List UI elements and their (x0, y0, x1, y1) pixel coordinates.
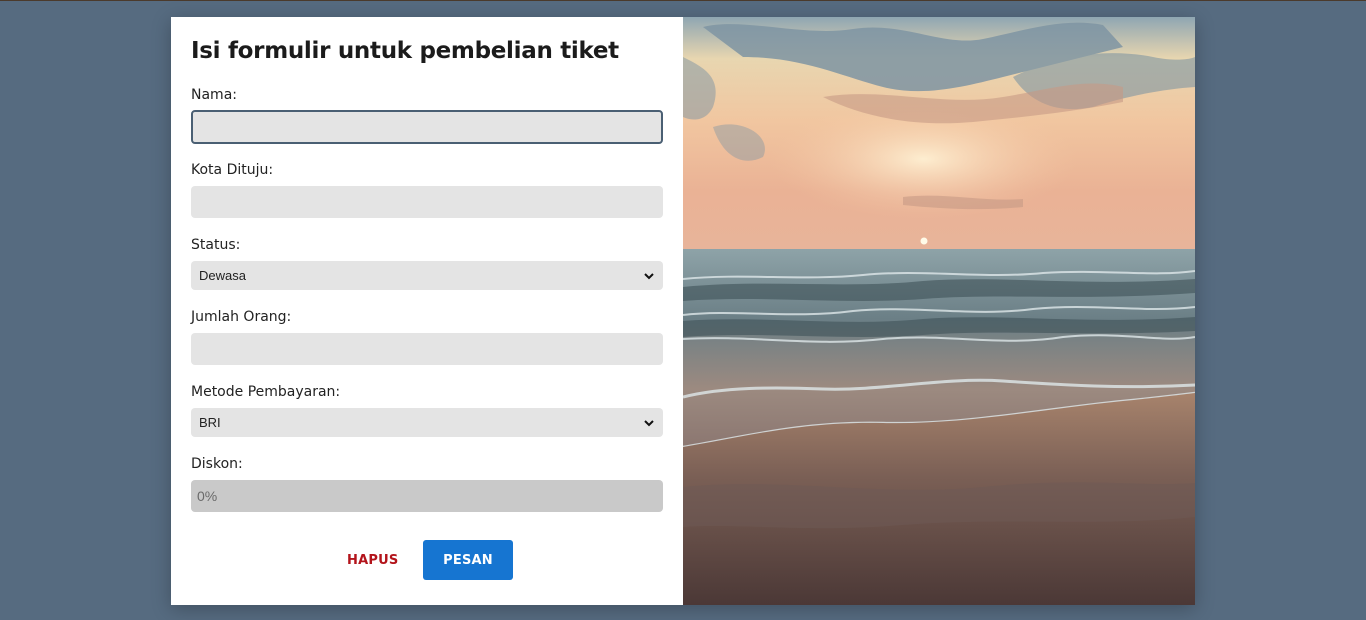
metode-selected-value: BRI (199, 415, 221, 430)
jumlah-label: Jumlah Orang: (191, 309, 292, 325)
status-select[interactable]: Dewasa (191, 261, 663, 290)
metode-select[interactable]: BRI (191, 408, 663, 437)
status-selected-value: Dewasa (199, 268, 246, 283)
sun (920, 237, 928, 245)
status-label: Status: (191, 237, 241, 253)
nama-group: Nama: (191, 86, 663, 144)
jumlah-group: Jumlah Orang: (191, 308, 663, 365)
beach-sunset-photo (683, 17, 1195, 605)
chevron-down-icon (644, 419, 654, 426)
form-panel: Isi formulir untuk pembelian tiket Nama:… (171, 17, 683, 605)
chevron-down-icon (644, 272, 654, 279)
jumlah-input[interactable] (191, 333, 663, 365)
nama-input[interactable] (191, 110, 663, 144)
diskon-label: Diskon: (191, 456, 243, 472)
kota-group: Kota Dituju: (191, 161, 663, 218)
kota-label: Kota Dituju: (191, 162, 274, 178)
diskon-group: Diskon: 0% (191, 455, 663, 512)
diskon-input: 0% (191, 480, 663, 512)
submit-button[interactable]: PESAN (423, 540, 513, 580)
ticket-form-card: Isi formulir untuk pembelian tiket Nama:… (171, 17, 1195, 605)
button-row: HAPUS PESAN (171, 540, 683, 580)
nama-label: Nama: (191, 87, 237, 103)
top-border (0, 0, 1366, 1)
metode-group: Metode Pembayaran: BRI (191, 383, 663, 437)
form-title: Isi formulir untuk pembelian tiket (191, 38, 619, 64)
metode-label: Metode Pembayaran: (191, 384, 341, 400)
reset-button[interactable]: HAPUS (341, 540, 403, 580)
diskon-value: 0% (197, 488, 218, 504)
beach-sunset-image (683, 17, 1195, 605)
kota-input[interactable] (191, 186, 663, 218)
status-group: Status: Dewasa (191, 236, 663, 290)
